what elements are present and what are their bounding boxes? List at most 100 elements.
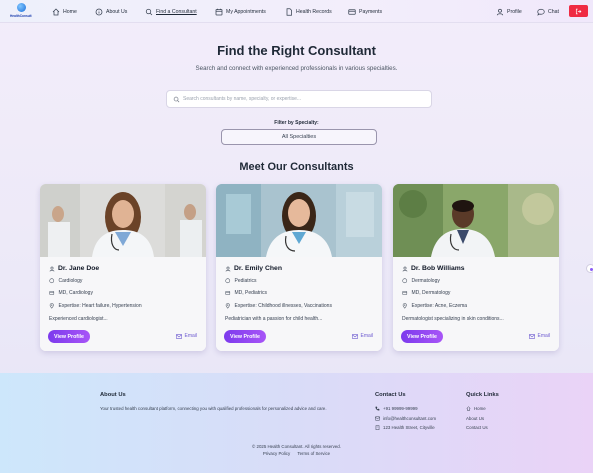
brand-logo[interactable]: HealthConsult: [10, 3, 34, 21]
footer-link-about-label: About Us: [466, 416, 485, 421]
document-icon: [286, 8, 292, 16]
circle-icon: [225, 278, 231, 284]
consultant-card: Dr. Bob Williams Dermatology MD, Dermato…: [393, 184, 559, 351]
view-profile-button[interactable]: View Profile: [48, 330, 90, 343]
consultant-description: Dermatologist specializing in skin condi…: [402, 316, 504, 322]
consultant-name-text: Dr. Bob Williams: [411, 265, 465, 272]
graduation-cap-icon: [225, 291, 231, 295]
view-profile-button[interactable]: View Profile: [224, 330, 266, 343]
consultant-qualification: MD, Dermatology: [402, 290, 450, 296]
nav-health-records[interactable]: Health Records: [285, 6, 332, 18]
consultant-specialty-text: Cardiology: [58, 278, 83, 284]
nav-home[interactable]: Home: [52, 6, 77, 18]
footer-link-about[interactable]: About Us: [466, 416, 484, 421]
consultant-qualification-text: MD, Dermatology: [411, 290, 451, 296]
location-pin-icon: [49, 303, 54, 309]
footer-link-home-label: Home: [474, 406, 486, 411]
user-icon: [402, 266, 408, 272]
home-icon: [466, 406, 471, 411]
email-link[interactable]: Email: [352, 333, 373, 339]
consultant-qualification-text: MD, Pediatrics: [234, 290, 268, 296]
email-link[interactable]: Email: [529, 333, 550, 339]
calendar-icon: [215, 8, 223, 16]
specialty-filter-select[interactable]: All Specialties: [221, 129, 377, 145]
consultant-specialty: Dermatology: [402, 278, 440, 284]
consultant-specialty-text: Dermatology: [411, 278, 440, 284]
nav-find-consultant[interactable]: Find a Consultant: [145, 6, 197, 18]
circle-icon: [49, 278, 55, 284]
consultant-card-body: Dr. Jane Doe Cardiology MD, Cardiology E…: [40, 257, 206, 351]
envelope-icon: [176, 333, 183, 339]
search-icon: [145, 8, 153, 16]
footer-email-text: info@healthconsultant.com: [383, 416, 437, 421]
nav-appointments[interactable]: My Appointments: [215, 6, 266, 18]
footer-email[interactable]: info@healthconsultant.com: [375, 416, 436, 421]
nav-profile-label: Profile: [507, 9, 522, 15]
building-icon: [375, 425, 380, 430]
brand-logo-text: HealthConsult: [10, 14, 32, 18]
consultant-expertise-text: Expertise: Childhood illnesses, Vaccinat…: [234, 303, 332, 309]
nav-about-label: About Us: [106, 9, 128, 15]
graduation-cap-icon: [402, 291, 408, 295]
email-link-label: Email: [537, 333, 550, 339]
footer-about-text: Your trusted health consultant platform,…: [100, 406, 327, 411]
consultant-qualification: MD, Cardiology: [49, 290, 93, 296]
chat-bubble-icon: [537, 8, 545, 16]
nav-profile[interactable]: Profile: [496, 6, 522, 18]
circle-icon: [402, 278, 408, 284]
nav-payments-label: Payments: [359, 9, 383, 15]
consultant-expertise: Expertise: Childhood illnesses, Vaccinat…: [225, 303, 332, 309]
logout-button[interactable]: [569, 5, 588, 17]
terms-of-service-link[interactable]: Terms of Service: [297, 451, 330, 456]
nav-about[interactable]: About Us: [95, 6, 127, 18]
envelope-icon: [375, 416, 380, 421]
search-icon: [173, 96, 180, 102]
user-icon: [496, 8, 504, 16]
info-icon: [95, 8, 103, 16]
search-input[interactable]: [183, 96, 423, 102]
privacy-policy-link[interactable]: Privacy Policy: [263, 451, 290, 456]
floating-widget-toggle[interactable]: [586, 264, 593, 273]
doctor-photo-image: [216, 184, 382, 257]
footer-phone: +91 99999-99999: [375, 406, 418, 411]
footer: About Us Your trusted health consultant …: [0, 373, 593, 473]
consultant-photo: [216, 184, 382, 257]
consultant-qualification-text: MD, Cardiology: [58, 290, 93, 296]
consultant-name-text: Dr. Jane Doe: [58, 265, 100, 272]
nav-appointments-label: My Appointments: [226, 9, 266, 15]
nav-chat[interactable]: Chat: [537, 6, 559, 18]
footer-about-heading: About Us: [100, 392, 126, 398]
consultant-name: Dr. Emily Chen: [225, 265, 282, 272]
footer-phone-text: +91 99999-99999: [383, 406, 418, 411]
user-icon: [49, 266, 55, 272]
consultant-name-text: Dr. Emily Chen: [234, 265, 282, 272]
location-pin-icon: [402, 303, 407, 309]
footer-link-home[interactable]: Home: [466, 406, 486, 411]
envelope-icon: [352, 333, 359, 339]
consultant-specialty-text: Pediatrics: [234, 278, 257, 284]
consultant-card: Dr. Emily Chen Pediatrics MD, Pediatrics…: [216, 184, 382, 351]
nav-chat-label: Chat: [548, 9, 559, 15]
page-subtitle: Search and connect with experienced prof…: [195, 65, 398, 72]
footer-link-contact[interactable]: Contact Us: [466, 425, 488, 430]
page-title: Find the Right Consultant: [217, 43, 376, 58]
view-profile-button[interactable]: View Profile: [401, 330, 443, 343]
doctor-photo-image: [393, 184, 559, 257]
doctor-photo-image: [40, 184, 206, 257]
nav-payments[interactable]: Payments: [348, 6, 382, 18]
graduation-cap-icon: [49, 291, 55, 295]
phone-icon: [375, 406, 380, 411]
email-link[interactable]: Email: [176, 333, 197, 339]
section-title: Meet Our Consultants: [239, 161, 354, 173]
envelope-icon: [529, 333, 536, 339]
footer-address: 123 Health Street, Cityville: [375, 425, 435, 430]
consultant-expertise-text: Expertise: Heart failure, Hypertension: [58, 303, 142, 309]
email-link-label: Email: [360, 333, 373, 339]
consultant-qualification: MD, Pediatrics: [225, 290, 267, 296]
location-pin-icon: [225, 303, 230, 309]
consultant-card-body: Dr. Bob Williams Dermatology MD, Dermato…: [393, 257, 559, 351]
footer-link-contact-label: Contact Us: [466, 425, 488, 430]
footer-address-text: 123 Health Street, Cityville: [383, 425, 435, 430]
consultant-specialty: Pediatrics: [225, 278, 256, 284]
footer-contact-heading: Contact Us: [375, 392, 406, 398]
